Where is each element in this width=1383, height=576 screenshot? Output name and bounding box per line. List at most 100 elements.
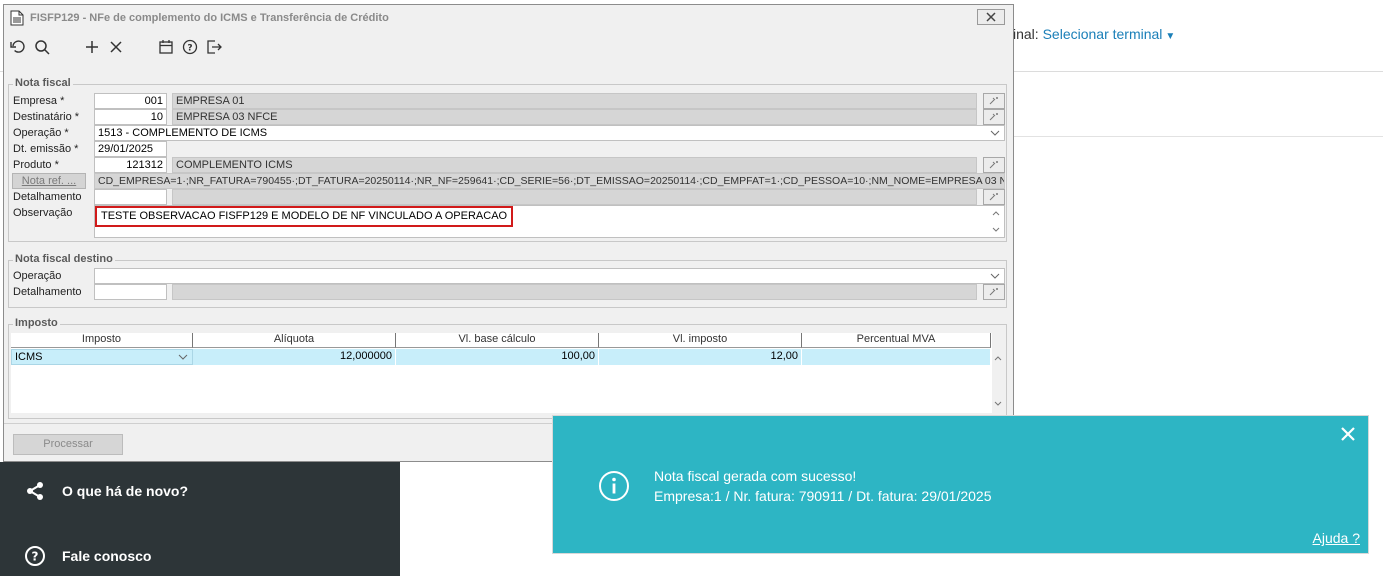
detalhamento-name-field: [172, 189, 977, 205]
destinatario-lookup-button[interactable]: [983, 109, 1005, 125]
sidebar-item-whats-new[interactable]: O que há de novo?: [24, 478, 188, 504]
label-produto: Produto *: [13, 159, 59, 171]
observacao-textarea[interactable]: TESTE OBSERVACAO FISFP129 E MODELO DE NF…: [94, 205, 1005, 238]
aliquota-cell[interactable]: 12,000000: [193, 349, 396, 365]
scroll-down-icon[interactable]: [992, 399, 1004, 409]
document-icon: [10, 10, 24, 26]
label-observacao: Observação: [13, 207, 73, 219]
scroll-up-icon[interactable]: [992, 353, 1004, 363]
label-dt-emissao: Dt. emissão *: [13, 143, 79, 155]
undo-icon: [10, 40, 25, 53]
sidebar-item-contact[interactable]: ? Fale conosco: [24, 543, 151, 569]
column-header-imposto[interactable]: Imposto: [11, 333, 193, 348]
help-circle-icon: ?: [24, 545, 46, 567]
empresa-code-input[interactable]: 001: [94, 93, 167, 109]
imposto-value: ICMS: [15, 351, 43, 363]
label-empresa: Empresa *: [13, 95, 65, 107]
group-title: Imposto: [13, 317, 60, 329]
close-icon[interactable]: [1340, 426, 1356, 442]
operacao-destino-select[interactable]: [94, 268, 1005, 284]
imposto-select[interactable]: ICMS: [11, 349, 193, 365]
produto-code-input[interactable]: 121312: [94, 157, 167, 173]
detalhamento-code-input[interactable]: [94, 189, 167, 205]
close-icon: [986, 12, 996, 22]
label-operacao: Operação *: [13, 127, 69, 139]
column-header-valor[interactable]: Vl. imposto: [599, 333, 802, 348]
nota-ref-button[interactable]: Nota ref. ...: [12, 173, 86, 189]
destinatario-name-field: EMPRESA 03 NFCE: [172, 109, 977, 125]
column-header-mva[interactable]: Percentual MVA: [802, 333, 991, 348]
lookup-icon: [989, 193, 998, 201]
toast-title: Nota fiscal gerada com sucesso!: [654, 468, 857, 484]
close-button[interactable]: [977, 9, 1005, 25]
undo-button[interactable]: [6, 35, 30, 59]
sidebar-item-label: O que há de novo?: [62, 483, 189, 499]
base-cell[interactable]: 100,00: [396, 349, 599, 365]
produto-name-field: COMPLEMENTO ICMS: [172, 157, 977, 173]
label-detalhamento: Detalhamento: [13, 191, 82, 203]
processar-button[interactable]: Processar: [13, 434, 123, 455]
chevron-down-icon: [990, 273, 1000, 279]
label-detalhamento-destino: Detalhamento: [13, 286, 82, 298]
svg-text:?: ?: [32, 550, 39, 564]
produto-lookup-button[interactable]: [983, 157, 1005, 173]
chevron-down-icon: [990, 130, 1000, 136]
add-button[interactable]: [80, 35, 104, 59]
column-header-aliquota[interactable]: Alíquota: [193, 333, 396, 348]
lookup-icon: [989, 97, 998, 105]
scroll-down-icon[interactable]: [990, 225, 1002, 235]
search-button[interactable]: [30, 35, 54, 59]
lookup-icon: [989, 113, 998, 121]
close-icon: [110, 41, 122, 53]
help-circle-icon: ?: [182, 39, 198, 55]
delete-button[interactable]: [104, 35, 128, 59]
nota-ref-field: CD_EMPRESA=1·;NR_FATURA=790455·;DT_FATUR…: [94, 173, 1005, 189]
toolbar: ?: [4, 32, 1013, 62]
calendar-icon: [159, 40, 173, 54]
operacao-value: 1513 - COMPLEMENTO DE ICMS: [98, 127, 268, 139]
caret-down-icon[interactable]: ▼: [1165, 31, 1175, 42]
title-bar[interactable]: FISFP129 - NFe de complemento do ICMS e …: [4, 5, 1013, 31]
select-terminal-link[interactable]: Selecionar terminal: [1043, 26, 1163, 42]
dt-emissao-input[interactable]: 29/01/2025: [94, 141, 167, 157]
terminal-label: inal:: [1013, 26, 1039, 42]
divider: [1013, 136, 1383, 137]
sidebar-item-label: Fale conosco: [62, 548, 152, 564]
mva-cell[interactable]: [802, 349, 991, 365]
exit-button[interactable]: [202, 35, 226, 59]
observacao-value: TESTE OBSERVACAO FISFP129 E MODELO DE NF…: [95, 206, 514, 227]
share-icon: [24, 480, 46, 502]
help-link[interactable]: Ajuda ?: [1313, 530, 1360, 546]
exit-icon: [207, 40, 222, 54]
info-icon: [599, 471, 629, 501]
empresa-lookup-button[interactable]: [983, 93, 1005, 109]
empresa-name-field: EMPRESA 01: [172, 93, 977, 109]
detalhamento-destino-code-input[interactable]: [94, 284, 167, 300]
scroll-up-icon[interactable]: [990, 208, 1002, 218]
search-icon: [35, 40, 50, 55]
detalhamento-destino-name-field: [172, 284, 977, 300]
lookup-icon: [989, 288, 998, 296]
plus-icon: [86, 41, 98, 53]
label-operacao-destino: Operação: [13, 270, 62, 282]
group-title: Nota fiscal destino: [13, 253, 115, 265]
chevron-down-icon: [178, 354, 188, 360]
window-title: FISFP129 - NFe de complemento do ICMS e …: [30, 12, 389, 24]
column-header-base[interactable]: Vl. base cálculo: [396, 333, 599, 348]
operacao-select[interactable]: 1513 - COMPLEMENTO DE ICMS: [94, 125, 1005, 141]
sidebar: O que há de novo? ? Fale conosco: [0, 462, 400, 576]
valor-cell[interactable]: 12,00: [599, 349, 802, 365]
terminal-selector: inal: Selecionar terminal ▼: [1013, 26, 1175, 42]
detalhamento-destino-lookup-button[interactable]: [983, 284, 1005, 300]
group-title: Nota fiscal: [13, 77, 73, 89]
success-toast: Nota fiscal gerada com sucesso! Empresa:…: [552, 415, 1369, 554]
toast-message: Empresa:1 / Nr. fatura: 790911 / Dt. fat…: [654, 488, 992, 504]
dialog-window: FISFP129 - NFe de complemento do ICMS e …: [3, 4, 1014, 462]
destinatario-code-input[interactable]: 10: [94, 109, 167, 125]
svg-text:?: ?: [187, 44, 192, 54]
label-destinatario: Destinatário *: [13, 111, 80, 123]
detalhamento-lookup-button[interactable]: [983, 189, 1005, 205]
calendar-button[interactable]: [154, 35, 178, 59]
lookup-icon: [989, 161, 998, 169]
help-button[interactable]: ?: [178, 35, 202, 59]
